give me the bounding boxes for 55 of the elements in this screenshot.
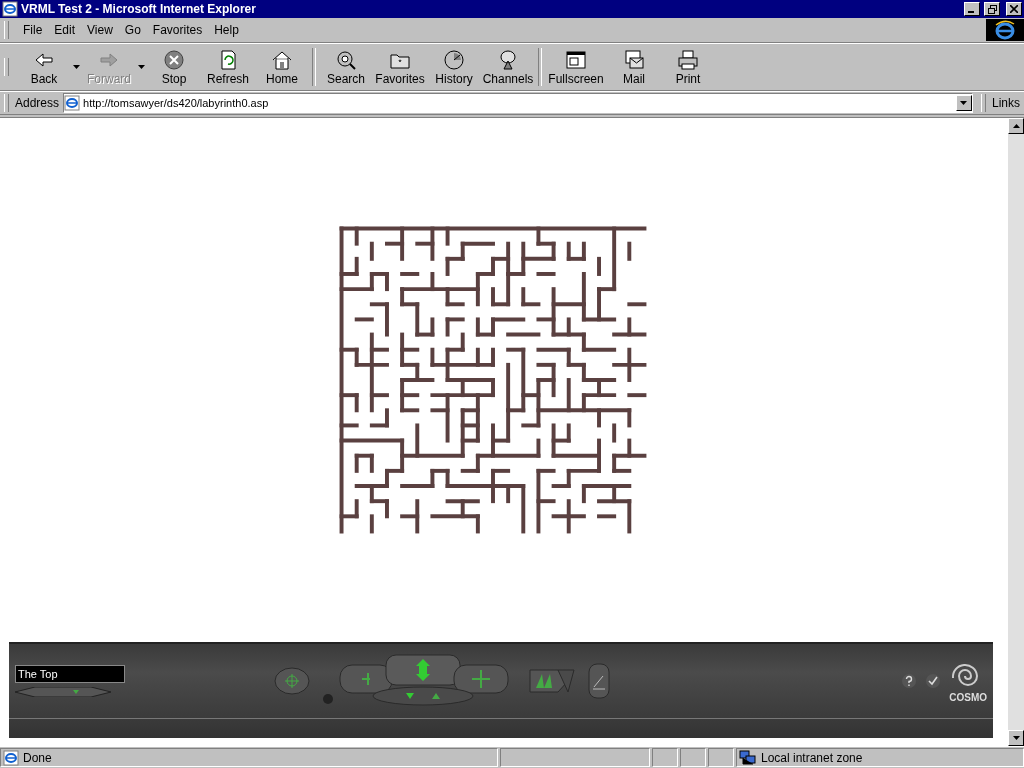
toolbar-button[interactable]: Stop — [147, 46, 201, 88]
dropdown-button[interactable] — [956, 95, 972, 111]
viewpoint-field[interactable]: The Top — [15, 665, 125, 683]
network-computers-icon — [739, 749, 757, 766]
scrollbar-track[interactable] — [1008, 118, 1024, 746]
status-pane — [680, 748, 706, 767]
down-arrow-icon — [1012, 736, 1020, 740]
mail-icon — [622, 48, 646, 71]
toolbar-button[interactable]: Print — [661, 46, 715, 88]
toolbar-button[interactable]: Home — [255, 46, 309, 88]
toolbar-button[interactable]: Favorites — [373, 46, 427, 88]
browser-logo — [986, 19, 1024, 41]
menu-item[interactable]: File — [17, 23, 49, 37]
toolbar-button[interactable]: Channels — [481, 46, 535, 88]
search-icon — [334, 48, 358, 71]
menu-item[interactable]: View — [81, 23, 119, 37]
status-pane — [652, 748, 678, 767]
player-logo: COSMO — [949, 691, 987, 703]
restore-button[interactable] — [984, 2, 1000, 16]
links-button[interactable]: Links — [992, 96, 1020, 110]
menu-item[interactable]: Go — [118, 23, 147, 37]
up-arrow-icon — [1012, 124, 1020, 128]
toolbar-button[interactable]: Mail — [607, 46, 661, 88]
menu-item[interactable]: Help — [208, 23, 245, 37]
browser-icon — [2, 1, 18, 17]
menu-item[interactable]: Favorites — [146, 23, 209, 37]
window-title: VRML Test 2 - Microsoft Internet Explorer — [21, 2, 257, 16]
stop-icon — [162, 48, 186, 71]
status-text: Done — [23, 750, 52, 765]
menu-item[interactable]: Edit — [48, 23, 82, 37]
security-zone-text: Local intranet zone — [761, 750, 863, 765]
window-icon — [564, 48, 588, 71]
crosshair-button[interactable] — [274, 666, 311, 696]
help-icon[interactable] — [901, 673, 918, 689]
address-field[interactable]: http://tomsawyer/ds420/labyrinth0.asp — [63, 93, 973, 113]
toolbar-button[interactable]: Fullscreen — [545, 46, 607, 88]
page-icon — [64, 95, 81, 111]
close-icon — [1010, 5, 1018, 13]
address-label: Address — [15, 96, 60, 110]
history-icon — [442, 48, 466, 71]
caret-icon — [960, 101, 968, 105]
toolbar-button[interactable]: Search — [319, 46, 373, 88]
restore-icon — [987, 4, 997, 14]
edit-tool-button[interactable] — [588, 663, 611, 699]
checkmark-icon[interactable] — [925, 673, 942, 689]
status-pane — [708, 748, 734, 767]
dropdown-caret-icon[interactable] — [73, 65, 80, 69]
toolbar-button[interactable]: Refresh — [201, 46, 255, 88]
scroll-up-button[interactable] — [1008, 118, 1024, 134]
scroll-down-button[interactable] — [1008, 730, 1024, 746]
toolbar-button[interactable]: Back — [17, 46, 71, 88]
toolbar-button[interactable]: History — [427, 46, 481, 88]
close-button[interactable] — [1006, 2, 1022, 16]
printer-icon — [676, 48, 700, 71]
minimize-button[interactable] — [964, 2, 980, 16]
